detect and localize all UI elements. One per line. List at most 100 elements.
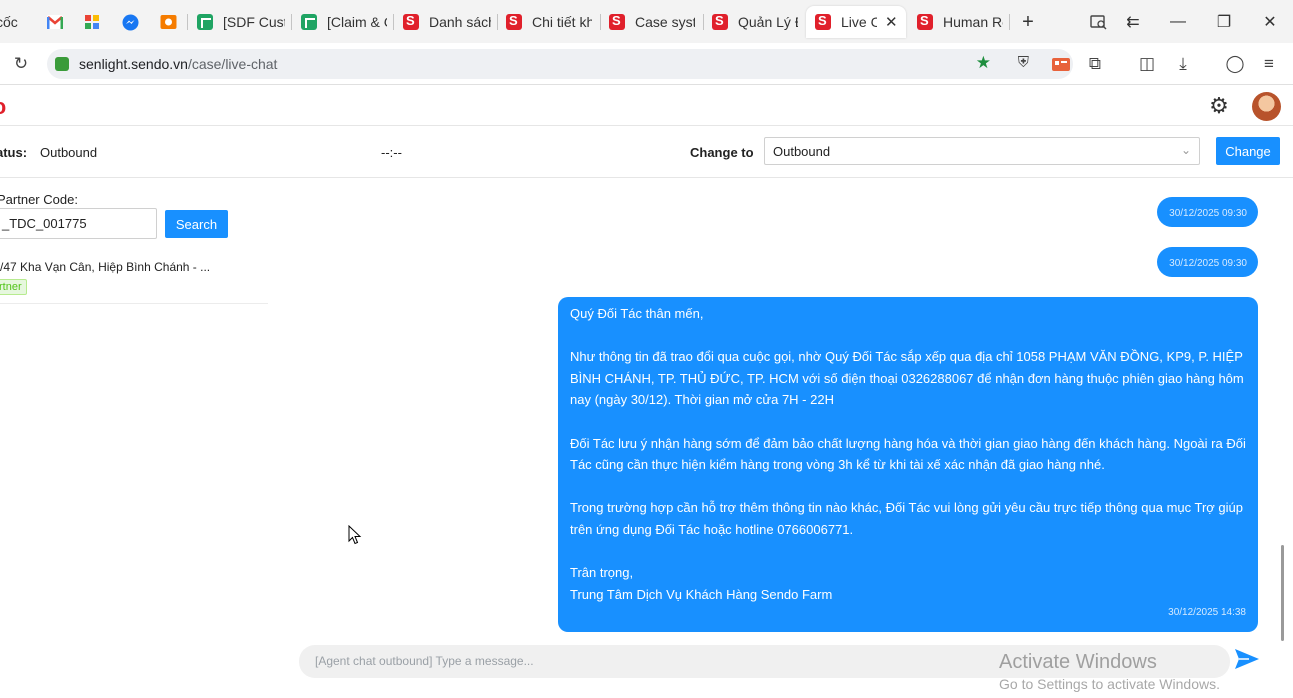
address-bar: ↻ senlight.sendo.vn/case/live-chat ★ ⛨ ⧉… [0, 43, 1293, 85]
change-to-select[interactable]: Outbound ⌄ [764, 137, 1200, 165]
gear-icon[interactable]: ⚙ [1207, 94, 1231, 118]
sendo-icon [815, 13, 831, 30]
message-timestamp: 30/12/2025 09:30 [1169, 258, 1247, 269]
message-paragraph: Trong trường hợp cần hỗ trợ thêm thông t… [570, 500, 1244, 537]
chat-scrollbar[interactable] [1281, 545, 1284, 641]
tab-pinned-1[interactable]: cốc [0, 6, 26, 38]
change-to-value: Outbound [773, 144, 831, 159]
tab-separator [393, 14, 394, 30]
tab-messenger[interactable] [122, 6, 140, 38]
extension-orange-icon[interactable] [1050, 53, 1072, 75]
app-header: ɔ ⚙ [0, 86, 1293, 126]
bookmark-star-icon[interactable]: ★ [976, 53, 991, 73]
tab-label: Human Re [943, 14, 1003, 30]
tab-danh-sach[interactable]: Danh sách [403, 6, 491, 38]
tab-separator [187, 14, 188, 30]
message-paragraph: Đối Tác lưu ý nhận hàng sớm để đảm bảo c… [570, 435, 1246, 473]
url-field[interactable]: senlight.sendo.vn/case/live-chat ★ ⛨ [47, 49, 1073, 79]
change-to-label: Change to [690, 145, 754, 160]
tab-separator [497, 14, 498, 30]
send-icon[interactable] [1233, 645, 1261, 673]
status-value: Outbound [40, 145, 98, 160]
partner-code-input[interactable]: _TDC_001775 [0, 208, 157, 239]
tab-photo[interactable] [160, 6, 178, 38]
search-button[interactable]: Search [165, 210, 228, 238]
activate-windows-subtitle: Go to Settings to activate Windows. [999, 676, 1220, 692]
status-bar: atus: Outbound --:-- Change to Outbound … [0, 127, 1293, 178]
tab-case-system[interactable]: Case syste [609, 6, 695, 38]
tab-sdf-customer[interactable]: [SDF Custo [197, 6, 285, 38]
tab-quan-ly[interactable]: Quản Lý Đ [712, 6, 798, 38]
partner-address[interactable]: /47 Kha Vạn Cân, Hiệp Bình Chánh - ... [0, 260, 210, 274]
message-greeting: Quý Đối Tác thân mến, [570, 306, 704, 321]
change-button[interactable]: Change [1216, 137, 1280, 165]
tab-separator [600, 14, 601, 30]
tab-separator [291, 14, 292, 30]
message-timestamp: 30/12/2025 14:38 [1168, 607, 1246, 619]
tab-chi-tiet[interactable]: Chi tiết kh [506, 6, 592, 38]
download-icon[interactable]: ⤓ [1172, 53, 1194, 75]
tab-claim[interactable]: [Claim & C [301, 6, 387, 38]
tab-separator [703, 14, 704, 30]
message-paragraph: Như thông tin đã trao đổi qua cuộc gọi, … [570, 349, 1244, 408]
photo-icon [160, 15, 177, 29]
call-timer: --:-- [381, 145, 402, 160]
tab-search-icon[interactable] [1086, 10, 1110, 34]
activate-windows-title: Activate Windows [999, 651, 1157, 673]
url-path: /case/live-chat [187, 56, 278, 72]
sendo-logo-icon[interactable]: ɔ [0, 94, 6, 120]
partner-tag: rtner [0, 279, 27, 295]
menu-icon[interactable]: ≡ [1258, 53, 1280, 75]
tab-label: Live C [841, 14, 877, 30]
divider [0, 303, 268, 304]
tab-label: [Claim & C [327, 14, 387, 30]
shield-icon[interactable]: ⛨ [1018, 54, 1029, 71]
minimize-icon[interactable]: — [1166, 10, 1190, 34]
avatar[interactable] [1252, 92, 1281, 121]
chat-message: Quý Đối Tác thân mến, Như thông tin đã t… [558, 297, 1258, 632]
app-icon [85, 15, 99, 29]
mouse-cursor-icon [348, 525, 362, 545]
gmail-icon [47, 15, 63, 29]
chat-message: 30/12/2025 09:30 [1157, 197, 1258, 227]
partner-code-label: Partner Code: [0, 192, 78, 207]
messenger-icon [122, 14, 139, 30]
close-window-icon[interactable]: ✕ [1258, 10, 1282, 34]
chat-panel: 30/12/2025 09:30 30/12/2025 09:30 Quý Đố… [268, 179, 1293, 698]
browser-tab-bar: cốc [SDF Custo [Claim & C [0, 0, 1293, 43]
split-screen-icon[interactable]: ◫ [1136, 53, 1158, 75]
profile-icon[interactable]: ◯ [1224, 53, 1246, 75]
close-tab-icon[interactable]: ✕ [885, 13, 898, 31]
tab-label: [SDF Custo [223, 14, 285, 30]
sheets-icon [197, 14, 213, 30]
extensions-icon[interactable]: ⧉ [1084, 53, 1106, 75]
tab-separator [1009, 14, 1010, 30]
site-info-icon[interactable] [55, 57, 69, 71]
reload-icon[interactable]: ↻ [10, 53, 32, 75]
tab-label: Danh sách [429, 14, 491, 30]
tab-label: cốc [0, 14, 18, 30]
message-closing: Trân trọng, [570, 565, 634, 581]
url-host: senlight.sendo.vn [79, 56, 188, 72]
status-label: atus: [0, 145, 28, 160]
tab-label: Chi tiết kh [532, 14, 592, 30]
sendo-icon [609, 13, 625, 30]
tab-human-resources[interactable]: Human Re [917, 6, 1003, 38]
back-forward-icon[interactable]: ⇇ [1121, 10, 1145, 34]
sendo-icon [403, 13, 419, 30]
new-tab-icon[interactable]: + [1016, 10, 1040, 34]
sendo-icon [712, 13, 728, 30]
tab-gmail[interactable] [47, 6, 65, 38]
message-signature: Trung Tâm Dịch Vụ Khách Hàng Sendo Farm [570, 586, 833, 602]
tab-live-chat[interactable]: Live C ✕ [806, 6, 906, 38]
sendo-icon [506, 13, 522, 30]
restore-icon[interactable]: ❐ [1212, 10, 1236, 34]
partner-panel: Partner Code: _TDC_001775 Search /47 Kha… [0, 179, 268, 698]
sendo-icon [917, 13, 933, 30]
message-timestamp: 30/12/2025 09:30 [1169, 208, 1247, 219]
tab-app[interactable] [84, 6, 102, 38]
sheets-icon [301, 14, 317, 30]
tab-label: Quản Lý Đ [738, 14, 798, 30]
chat-message: 30/12/2025 09:30 [1157, 247, 1258, 277]
chevron-down-icon: ⌄ [1180, 143, 1191, 157]
